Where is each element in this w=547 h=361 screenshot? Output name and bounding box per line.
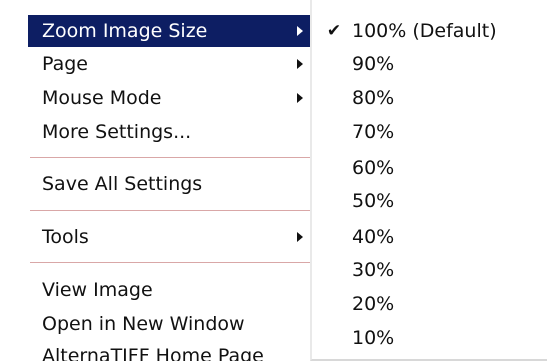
menu-separator <box>30 157 316 158</box>
menu-item-alternatiff-home-page[interactable]: AlternaTIFF Home Page <box>28 340 316 361</box>
zoom-option-label: 60% <box>352 157 395 179</box>
menu-item-page[interactable]: Page <box>28 48 316 80</box>
menu-item-label: Save All Settings <box>42 173 203 195</box>
menu-item-zoom-image-size[interactable]: Zoom Image Size <box>28 15 316 47</box>
context-menu: Zoom Image Size Page Mouse Mode More Set… <box>0 0 318 361</box>
submenu-arrow-icon <box>297 232 303 242</box>
zoom-option-10[interactable]: 10% <box>312 322 542 354</box>
submenu-arrow-icon <box>297 26 303 36</box>
zoom-submenu: ✔ 100% (Default) 90% 80% 70% 60% 50% 40%… <box>310 0 547 361</box>
menu-item-label: Mouse Mode <box>42 87 162 109</box>
zoom-option-90[interactable]: 90% <box>312 48 542 80</box>
menu-separator <box>30 262 316 263</box>
menu-item-label: Tools <box>42 226 89 248</box>
zoom-option-30[interactable]: 30% <box>312 254 542 286</box>
zoom-option-label: 10% <box>352 327 395 349</box>
menu-item-view-image[interactable]: View Image <box>28 274 316 306</box>
menu-item-label: AlternaTIFF Home Page <box>42 345 264 361</box>
zoom-option-60[interactable]: 60% <box>312 152 542 184</box>
menu-item-mouse-mode[interactable]: Mouse Mode <box>28 82 316 114</box>
zoom-option-label: 100% (Default) <box>352 20 497 42</box>
menu-item-tools[interactable]: Tools <box>28 221 316 253</box>
zoom-option-70[interactable]: 70% <box>312 116 542 148</box>
menu-item-label: View Image <box>42 279 153 301</box>
menu-item-label: Zoom Image Size <box>42 20 208 42</box>
zoom-option-label: 70% <box>352 121 395 143</box>
zoom-option-label: 90% <box>352 53 395 75</box>
menu-item-more-settings[interactable]: More Settings... <box>28 116 316 148</box>
submenu-arrow-icon <box>297 93 303 103</box>
zoom-option-label: 80% <box>352 87 395 109</box>
menu-separator <box>30 210 316 211</box>
zoom-option-20[interactable]: 20% <box>312 288 542 320</box>
zoom-option-50[interactable]: 50% <box>312 185 542 217</box>
zoom-option-100[interactable]: ✔ 100% (Default) <box>312 15 542 47</box>
menu-item-save-all-settings[interactable]: Save All Settings <box>28 168 316 200</box>
menu-item-label: More Settings... <box>42 121 192 143</box>
zoom-option-label: 30% <box>352 259 395 281</box>
submenu-arrow-icon <box>297 59 303 69</box>
menu-item-label: Page <box>42 53 88 75</box>
zoom-option-80[interactable]: 80% <box>312 82 542 114</box>
zoom-option-label: 20% <box>352 293 395 315</box>
zoom-option-label: 40% <box>352 226 395 248</box>
menu-item-open-in-new-window[interactable]: Open in New Window <box>28 308 316 340</box>
menu-item-label: Open in New Window <box>42 313 245 335</box>
zoom-option-label: 50% <box>352 190 395 212</box>
checkmark-icon: ✔ <box>326 21 342 41</box>
zoom-option-40[interactable]: 40% <box>312 221 542 253</box>
